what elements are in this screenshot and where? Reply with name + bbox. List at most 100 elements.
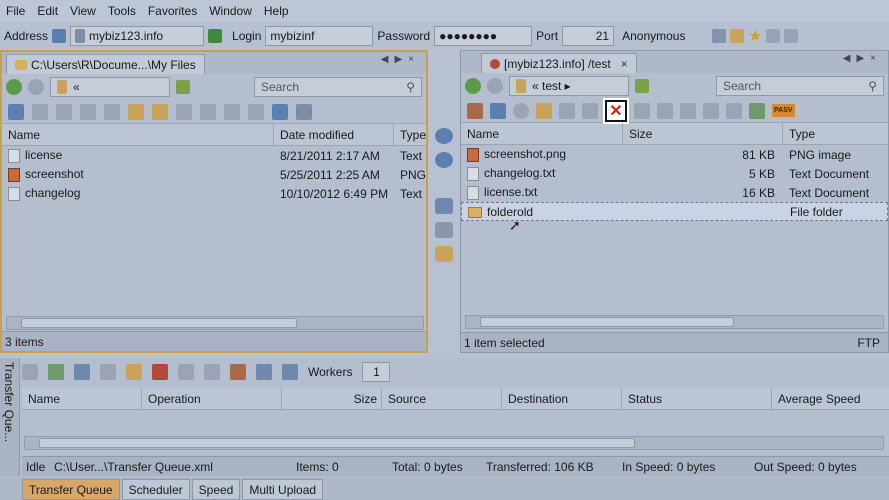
scroll-thumb[interactable] bbox=[480, 317, 734, 327]
open-folder-icon[interactable] bbox=[730, 29, 745, 43]
copy-icon[interactable] bbox=[703, 102, 719, 119]
anonymous-checkbox[interactable]: Anonymous bbox=[618, 26, 701, 46]
open-folder-icon[interactable] bbox=[204, 364, 220, 380]
view-mode-icon[interactable] bbox=[296, 103, 312, 120]
menu-window[interactable]: Window bbox=[203, 0, 258, 22]
file-row[interactable]: license.txt 16 KB Text Document bbox=[461, 183, 888, 202]
paste-icon[interactable] bbox=[726, 102, 742, 119]
col-operation[interactable]: Operation bbox=[142, 387, 282, 410]
menu-view[interactable]: View bbox=[64, 0, 102, 22]
workers-icon[interactable] bbox=[282, 364, 298, 380]
star-icon[interactable]: ★ bbox=[748, 26, 762, 46]
tab-scheduler[interactable]: Scheduler bbox=[121, 479, 190, 500]
col-date-modified[interactable]: Date modified bbox=[274, 123, 394, 146]
file-row[interactable]: changelog.txt 5 KB Text Document bbox=[461, 164, 888, 183]
file-row[interactable]: changelog 10/10/2012 6:49 PM Text bbox=[2, 184, 426, 203]
stop-icon[interactable] bbox=[152, 364, 168, 380]
remote-tab[interactable]: [mybiz123.info] /test × bbox=[481, 53, 637, 73]
load-queue-icon[interactable] bbox=[22, 364, 38, 380]
tab-transfer-queue[interactable]: Transfer Queue bbox=[22, 479, 120, 500]
view-icon[interactable] bbox=[582, 102, 598, 119]
port-field[interactable]: 21 bbox=[562, 26, 615, 46]
menu-tools[interactable]: Tools bbox=[102, 0, 142, 22]
col-type[interactable]: Type bbox=[783, 123, 883, 145]
remote-search-input[interactable]: Search ⚲ bbox=[716, 76, 884, 96]
tab-nav-arrows[interactable]: ◀▶× bbox=[381, 54, 420, 65]
menu-help[interactable]: Help bbox=[258, 0, 295, 22]
up-folder-icon[interactable] bbox=[176, 80, 190, 94]
new-folder-icon[interactable] bbox=[128, 103, 144, 120]
queue-side-label[interactable]: Transfer Que... bbox=[0, 358, 20, 476]
download-arrow-icon[interactable] bbox=[435, 152, 453, 168]
paste-icon[interactable] bbox=[248, 103, 264, 120]
col-source[interactable]: Source bbox=[382, 387, 502, 410]
remove-icon[interactable] bbox=[178, 364, 194, 380]
stop-icon[interactable] bbox=[513, 102, 529, 119]
host-field[interactable]: mybiz123.info bbox=[70, 26, 205, 46]
queue-hscrollbar[interactable] bbox=[24, 436, 884, 450]
copy-icon[interactable] bbox=[224, 103, 240, 120]
link-icon[interactable] bbox=[435, 222, 453, 238]
col-size[interactable]: Size bbox=[282, 387, 382, 410]
back-icon[interactable] bbox=[465, 78, 481, 94]
add-queue-icon[interactable] bbox=[48, 364, 64, 380]
local-path-field[interactable]: « bbox=[50, 77, 170, 97]
create-folder-icon[interactable] bbox=[152, 103, 168, 120]
scroll-thumb[interactable] bbox=[39, 438, 635, 448]
protocol-icon[interactable] bbox=[52, 29, 67, 43]
workers-spinner[interactable]: 1 bbox=[362, 362, 391, 382]
connect-arrow-icon[interactable] bbox=[208, 29, 223, 43]
back-icon[interactable] bbox=[6, 79, 22, 95]
col-size[interactable]: Size bbox=[623, 122, 783, 145]
cut-icon[interactable] bbox=[680, 102, 696, 119]
copy-path-icon[interactable] bbox=[176, 103, 192, 120]
menu-edit[interactable]: Edit bbox=[31, 0, 64, 22]
sync-folders-icon[interactable] bbox=[435, 246, 453, 262]
tab-multi-upload[interactable]: Multi Upload bbox=[242, 479, 324, 500]
schedule-icon[interactable] bbox=[256, 364, 272, 380]
rename-icon[interactable] bbox=[559, 102, 575, 119]
new-folder-icon[interactable] bbox=[536, 102, 552, 119]
login-field[interactable]: mybizinf bbox=[265, 26, 374, 46]
col-average-speed[interactable]: Average Speed bbox=[772, 388, 882, 410]
col-status[interactable]: Status bbox=[622, 387, 772, 410]
forward-icon[interactable] bbox=[487, 78, 503, 94]
col-destination[interactable]: Destination bbox=[502, 387, 622, 410]
remote-path-field[interactable]: « test ▸ bbox=[509, 76, 629, 96]
menu-favorites[interactable]: Favorites bbox=[142, 0, 203, 22]
scroll-thumb[interactable] bbox=[21, 318, 297, 328]
local-search-input[interactable]: Search ⚲ bbox=[254, 77, 422, 97]
rename-icon[interactable] bbox=[56, 103, 72, 120]
cut-icon[interactable] bbox=[200, 103, 216, 120]
network-icon[interactable] bbox=[272, 103, 288, 120]
delete-button[interactable]: ✕ bbox=[605, 99, 627, 122]
auto-mode-icon[interactable] bbox=[749, 102, 765, 119]
local-tab[interactable]: C:\Users\R\Docume...\My Files bbox=[6, 54, 205, 74]
up-folder-icon[interactable] bbox=[635, 79, 649, 93]
layout-vertical-icon[interactable] bbox=[784, 29, 799, 43]
pause-icon[interactable] bbox=[126, 364, 142, 380]
view-icon[interactable] bbox=[80, 103, 96, 120]
local-hscrollbar[interactable] bbox=[6, 316, 424, 330]
layout-horizontal-icon[interactable] bbox=[766, 29, 781, 43]
properties-icon[interactable] bbox=[32, 103, 48, 120]
delete-icon[interactable] bbox=[104, 103, 120, 120]
file-row[interactable]: screenshot.png 81 KB PNG image bbox=[461, 145, 888, 164]
refresh-icon[interactable] bbox=[8, 103, 24, 120]
queue-transfer-icon[interactable] bbox=[435, 198, 453, 214]
disconnect-icon[interactable] bbox=[467, 102, 483, 119]
file-row[interactable]: screenshot 5/25/2011 2:25 AM PNG bbox=[2, 165, 426, 184]
properties-icon[interactable] bbox=[634, 102, 650, 119]
tab-speed[interactable]: Speed bbox=[191, 479, 241, 500]
remote-hscrollbar[interactable] bbox=[465, 315, 884, 329]
close-tab-icon[interactable]: × bbox=[621, 54, 628, 74]
col-name[interactable]: Name bbox=[22, 387, 142, 410]
pasv-button[interactable]: PASV bbox=[772, 104, 795, 117]
password-field[interactable]: ●●●●●●●● bbox=[434, 26, 533, 46]
file-row-selected[interactable]: folderold File folder bbox=[461, 202, 888, 221]
col-type[interactable]: Type bbox=[394, 124, 426, 146]
clear-queue-icon[interactable] bbox=[230, 364, 246, 380]
menu-file[interactable]: File bbox=[0, 0, 31, 22]
site-manager-icon[interactable] bbox=[712, 29, 727, 43]
save-queue-icon[interactable] bbox=[74, 364, 90, 380]
